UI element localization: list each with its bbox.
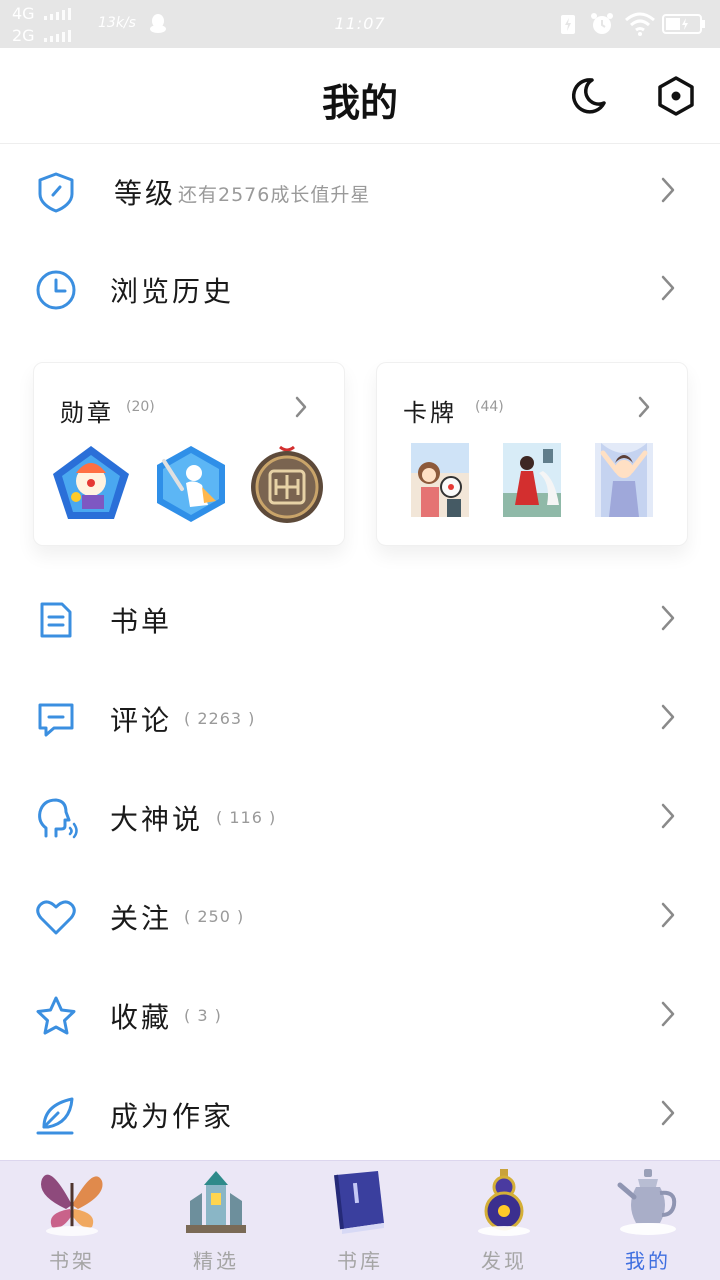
menu-label: 收藏 (110, 1001, 173, 1034)
menu-row-become-writer[interactable]: 成为作家 (0, 1065, 720, 1163)
gourd-icon (478, 1169, 530, 1236)
shield-icon (38, 172, 74, 213)
menu-label: 浏览历史 (110, 275, 235, 308)
tab-label: 书架 (49, 1249, 95, 1273)
card-thumbnail-icon (411, 443, 469, 517)
tab-label: 书库 (337, 1249, 383, 1273)
menu-row-comments[interactable]: 评论 ( 2263 ) (0, 669, 720, 767)
menu-count: ( 3 ) (184, 1006, 222, 1025)
chevron-right-icon (295, 396, 307, 418)
chevron-right-icon (661, 275, 675, 301)
chevron-right-icon (661, 704, 675, 730)
tab-label: 发现 (481, 1249, 527, 1273)
menu-label: 关注 (110, 902, 173, 935)
menu-label: 等级 (114, 177, 177, 210)
tab-mine[interactable]: 我的 (576, 1161, 720, 1280)
badges-card-title: 勋章 (60, 399, 114, 427)
moon-icon (571, 78, 606, 114)
menu-row-history[interactable]: 浏览历史 (0, 240, 720, 338)
menu-row-level[interactable]: 等级 还有2576成长值升星 (0, 142, 720, 240)
page-title: 我的 (321, 81, 398, 125)
tab-discover[interactable]: 发现 (432, 1161, 576, 1280)
tower-icon (186, 1171, 246, 1233)
book-icon (334, 1171, 384, 1234)
heart-icon (36, 900, 76, 935)
chevron-right-icon (661, 1001, 675, 1027)
menu-label: 大神说 (110, 803, 204, 836)
chevron-right-icon (661, 1100, 675, 1126)
cards-card[interactable]: 卡牌 (44) (376, 362, 688, 546)
alarm-icon (591, 13, 613, 34)
speaking-head-icon (38, 798, 78, 839)
coin-badge-icon (251, 445, 323, 523)
tab-label: 我的 (625, 1249, 671, 1273)
bottom-tab-bar: 书架 精选 书库 发现 我的 (0, 1160, 720, 1280)
menu-label: 评论 (110, 704, 173, 737)
hexagon-settings-icon (658, 76, 694, 116)
badges-card[interactable]: 勋章 (20) (33, 362, 345, 546)
cards-card-title: 卡牌 (403, 399, 457, 427)
star-icon (36, 996, 76, 1035)
tab-featured[interactable]: 精选 (144, 1161, 288, 1280)
badges-count: (20) (126, 399, 155, 415)
tab-library[interactable]: 书库 (288, 1161, 432, 1280)
wifi-icon (625, 12, 655, 36)
night-mode-button[interactable] (564, 72, 612, 120)
booklist-icon (40, 602, 72, 638)
menu-row-master-says[interactable]: 大神说 ( 116 ) (0, 768, 720, 866)
chevron-right-icon (638, 396, 650, 418)
chevron-right-icon (661, 902, 675, 928)
card-thumbnail-icon (503, 443, 561, 517)
clock-icon (36, 270, 76, 310)
battery-saver-icon (561, 15, 575, 34)
header: 我的 (0, 48, 720, 144)
clown-badge-icon (53, 446, 129, 519)
tab-bookshelf[interactable]: 书架 (0, 1161, 144, 1280)
menu-label: 书单 (110, 605, 173, 638)
menu-count: ( 2263 ) (184, 709, 256, 728)
teapot-icon (617, 1169, 677, 1235)
settings-button[interactable] (652, 72, 700, 120)
comment-icon (38, 703, 74, 737)
menu-row-following[interactable]: 关注 ( 250 ) (0, 867, 720, 965)
card-thumbnail-icon (595, 443, 653, 517)
menu-label: 成为作家 (110, 1100, 235, 1133)
menu-row-booklist[interactable]: 书单 (0, 570, 720, 668)
hero-badge-icon (157, 446, 225, 522)
status-bar: 4G 2G 13k/s 11:07 (0, 0, 720, 48)
menu-count: ( 250 ) (184, 907, 245, 926)
feather-icon (36, 1097, 74, 1135)
battery-icon (662, 14, 705, 34)
chevron-right-icon (661, 177, 675, 203)
chevron-right-icon (661, 605, 675, 631)
level-progress-text: 还有2576成长值升星 (178, 184, 371, 206)
menu-count: ( 116 ) (216, 808, 277, 827)
cards-count: (44) (475, 399, 504, 415)
tab-label: 精选 (193, 1249, 239, 1273)
menu-row-favorites[interactable]: 收藏 ( 3 ) (0, 966, 720, 1064)
butterfly-icon (41, 1174, 103, 1236)
chevron-right-icon (661, 803, 675, 829)
